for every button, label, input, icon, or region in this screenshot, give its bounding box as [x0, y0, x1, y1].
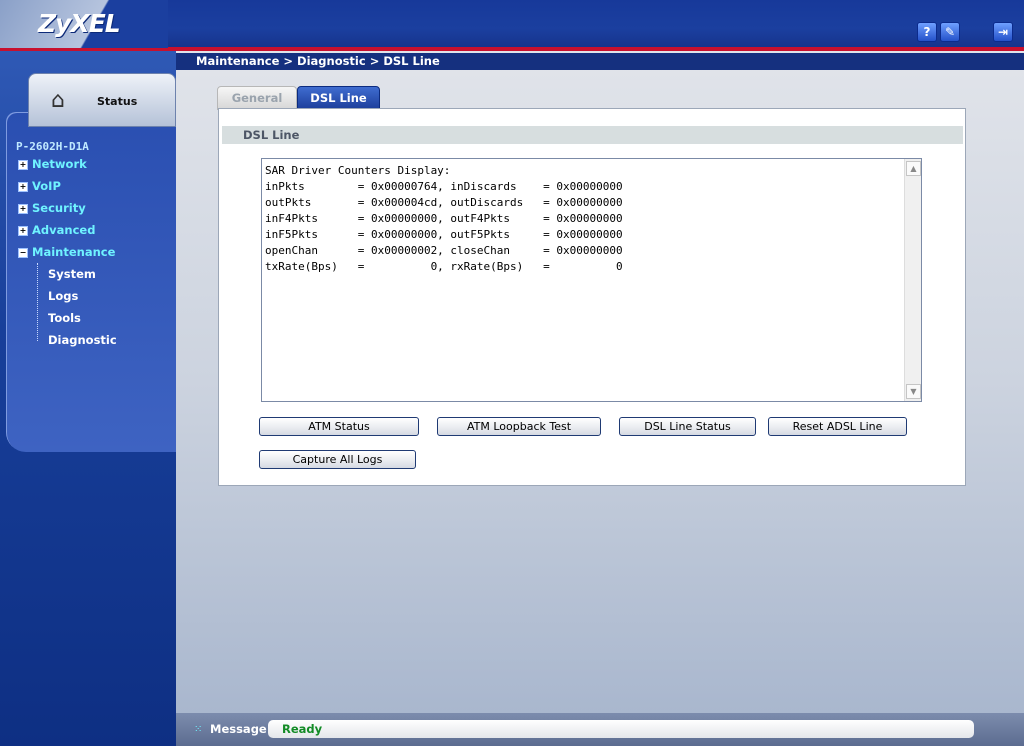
- sidebar-item-advanced[interactable]: + Advanced: [18, 223, 95, 237]
- collapse-icon[interactable]: −: [18, 247, 28, 258]
- status-tab[interactable]: ⌂ Status: [28, 73, 176, 127]
- wizard-icon[interactable]: ✎: [940, 22, 960, 42]
- status-tab-label: Status: [97, 95, 138, 108]
- logo-text: ZyXEL: [38, 9, 121, 38]
- tree-connector: [37, 263, 39, 341]
- message-label: Message: [210, 722, 267, 736]
- tab-general[interactable]: General: [217, 86, 297, 110]
- sidebar-subitem-system[interactable]: System: [48, 267, 96, 281]
- device-model: P-2602H-D1A: [16, 140, 89, 153]
- sidebar-item-maintenance[interactable]: − Maintenance: [18, 245, 115, 259]
- message-value: Ready: [282, 722, 323, 736]
- sidebar-item-security[interactable]: + Security: [18, 201, 86, 215]
- expand-icon[interactable]: +: [18, 203, 28, 214]
- breadcrumb: Maintenance > Diagnostic > DSL Line: [176, 53, 1024, 70]
- expand-icon[interactable]: +: [18, 225, 28, 236]
- scroll-up-icon[interactable]: ▲: [906, 161, 921, 176]
- breadcrumb-text: Maintenance > Diagnostic > DSL Line: [196, 54, 440, 68]
- logo: ZyXEL: [0, 0, 168, 48]
- scroll-down-icon[interactable]: ▼: [906, 384, 921, 399]
- diagnostic-output-text: SAR Driver Counters Display: inPkts = 0x…: [265, 164, 623, 273]
- message-box: Ready: [268, 720, 974, 738]
- sidebar-subitem-tools[interactable]: Tools: [48, 311, 81, 325]
- dsl-line-status-button[interactable]: DSL Line Status: [619, 417, 756, 436]
- sidebar-item-voip[interactable]: + VoIP: [18, 179, 61, 193]
- help-icon[interactable]: ?: [917, 22, 937, 42]
- logout-icon[interactable]: ⇥: [993, 22, 1013, 42]
- atm-loopback-test-button[interactable]: ATM Loopback Test: [437, 417, 601, 436]
- diagnostic-output-textarea[interactable]: SAR Driver Counters Display: inPkts = 0x…: [261, 158, 922, 402]
- sidebar-subitem-logs[interactable]: Logs: [48, 289, 78, 303]
- message-icon: ⁙: [194, 724, 203, 735]
- sidebar-item-network[interactable]: + Network: [18, 157, 87, 171]
- sidebar-subitem-diagnostic[interactable]: Diagnostic: [48, 333, 117, 347]
- atm-status-button[interactable]: ATM Status: [259, 417, 419, 436]
- output-scrollbar[interactable]: ▲ ▼: [904, 159, 921, 401]
- expand-icon[interactable]: +: [18, 181, 28, 192]
- router-icon: ⌂: [51, 88, 65, 113]
- section-title: DSL Line: [222, 126, 963, 144]
- tab-dsl-line[interactable]: DSL Line: [297, 86, 380, 110]
- expand-icon[interactable]: +: [18, 159, 28, 170]
- reset-adsl-line-button[interactable]: Reset ADSL Line: [768, 417, 907, 436]
- capture-all-logs-button[interactable]: Capture All Logs: [259, 450, 416, 469]
